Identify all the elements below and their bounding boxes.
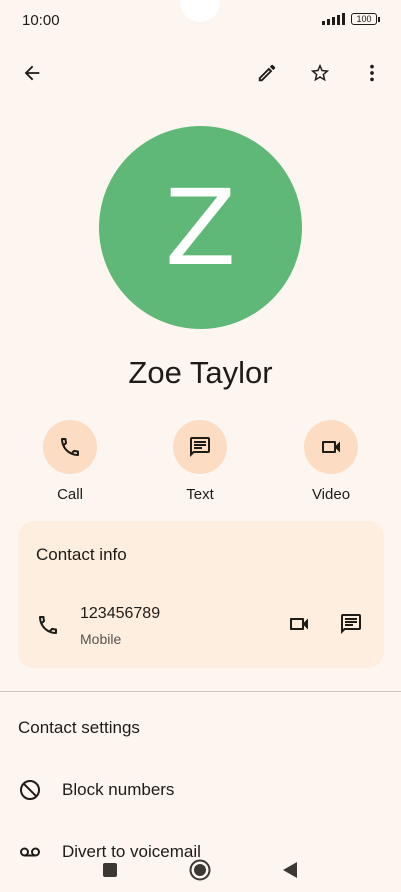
status-time: 10:00 xyxy=(22,12,60,29)
back-nav-button[interactable] xyxy=(274,854,306,886)
signal-icon xyxy=(322,13,345,25)
recents-button[interactable] xyxy=(94,854,126,886)
contact-info-card: Contact info 123456789 Mobile xyxy=(18,521,384,668)
contact-settings-title: Contact settings xyxy=(18,718,140,737)
section-divider xyxy=(0,691,401,692)
avatar-initial: Z xyxy=(164,166,237,289)
status-icons: 100 xyxy=(322,13,380,25)
favorite-button[interactable] xyxy=(302,55,338,91)
call-action-label: Call xyxy=(57,486,83,503)
video-icon xyxy=(290,618,308,630)
video-icon xyxy=(322,441,340,453)
text-action-button[interactable]: Text xyxy=(155,420,245,503)
home-circle-icon xyxy=(189,859,211,881)
phone-number: 123456789 xyxy=(80,605,161,622)
message-icon xyxy=(190,437,210,457)
video-call-button[interactable] xyxy=(282,607,316,641)
system-navigation-bar xyxy=(0,848,401,892)
phone-icon xyxy=(39,616,57,634)
video-action-button[interactable]: Video xyxy=(286,420,376,503)
more-options-button[interactable] xyxy=(354,55,390,91)
home-button[interactable] xyxy=(184,854,216,886)
status-bar: 10:00 100 xyxy=(0,0,401,44)
triangle-back-icon xyxy=(283,862,297,878)
call-action-circle xyxy=(43,420,97,474)
contact-name: Zoe Taylor xyxy=(128,355,273,390)
contact-info-title: Contact info xyxy=(36,545,127,564)
send-message-button[interactable] xyxy=(334,607,368,641)
message-icon xyxy=(341,614,361,634)
battery-icon: 100 xyxy=(351,13,380,25)
phone-type: Mobile xyxy=(80,631,122,647)
phone-number-row[interactable]: 123456789 Mobile xyxy=(18,593,384,653)
camera-notch xyxy=(180,0,220,22)
text-action-label: Text xyxy=(186,486,214,503)
back-button[interactable] xyxy=(14,55,50,91)
call-action-button[interactable]: Call xyxy=(25,420,115,503)
pencil-icon xyxy=(258,64,276,82)
video-action-circle xyxy=(304,420,358,474)
phone-icon xyxy=(61,438,79,456)
star-outline-icon xyxy=(310,63,330,82)
block-icon xyxy=(20,780,40,800)
block-numbers-label: Block numbers xyxy=(62,780,175,799)
square-icon xyxy=(103,863,117,877)
block-numbers-item[interactable]: Block numbers xyxy=(0,765,401,815)
contact-avatar[interactable]: Z xyxy=(99,126,302,329)
video-action-label: Video xyxy=(311,486,351,503)
more-vert-icon xyxy=(370,64,374,82)
edit-button[interactable] xyxy=(249,55,285,91)
text-action-circle xyxy=(173,420,227,474)
arrow-left-icon xyxy=(24,65,40,81)
